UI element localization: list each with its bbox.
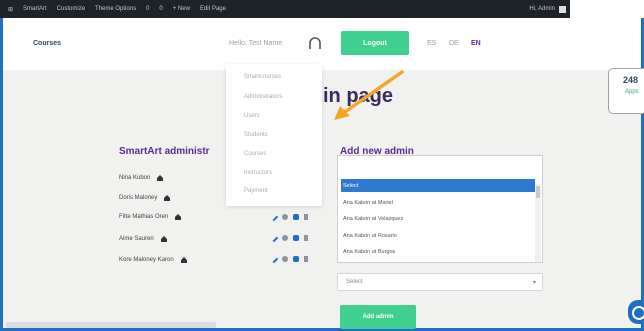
edit-icon[interactable]: [269, 212, 279, 222]
lang-de[interactable]: DE: [449, 40, 459, 47]
edit-icon[interactable]: [269, 233, 279, 243]
close-icon[interactable]: [304, 256, 308, 262]
menu-item-smartcourses[interactable]: Smartcourses: [244, 74, 281, 80]
chat-icon[interactable]: [293, 235, 299, 241]
logout-button[interactable]: Logout: [341, 31, 409, 55]
courses-link[interactable]: Courses: [33, 40, 61, 47]
home-icon[interactable]: [180, 256, 188, 264]
edit-icon[interactable]: [269, 254, 279, 264]
user-icon[interactable]: [282, 235, 288, 241]
listbox-option[interactable]: Ana Kabon at Velazquez: [341, 212, 535, 225]
add-admin-button[interactable]: Add admin: [340, 305, 416, 329]
chevron-down-icon: ▾: [532, 280, 536, 286]
scrollbar-thumb[interactable]: [536, 186, 540, 198]
stats-widget[interactable]: 248 Apps: [608, 68, 644, 114]
menu-item-students[interactable]: Students: [244, 132, 268, 138]
horizontal-scrollbar[interactable]: [6, 322, 216, 328]
user-icon[interactable]: [307, 35, 323, 51]
menu-item-courses[interactable]: Courses: [244, 151, 266, 157]
row-actions: [269, 212, 308, 222]
listbox-scrollbar[interactable]: [535, 184, 541, 262]
home-icon[interactable]: [174, 213, 182, 221]
admin-row: Nina Kubon: [119, 174, 164, 182]
admin-bar-item-updates[interactable]: 0: [146, 6, 149, 12]
row-actions: [269, 233, 308, 243]
close-icon[interactable]: [304, 214, 308, 220]
listbox-option[interactable]: Ana Kabon at Burgos: [341, 245, 535, 258]
close-icon[interactable]: [304, 235, 308, 241]
site-header: Courses Hello, Test Name Logout ES DE EN: [3, 18, 641, 70]
user-dropdown-menu: Smartcourses Administrators Users Studen…: [226, 64, 322, 206]
admin-name: Kore Maloney Karon: [119, 257, 174, 263]
admin-name: Fitte Mathias Oren: [119, 214, 169, 220]
annotation-arrow-icon: [334, 70, 404, 120]
listbox-option[interactable]: Ana Kabon at Rosario: [341, 229, 535, 242]
admin-bar-item-comments[interactable]: 0: [159, 6, 162, 12]
menu-item-administrators[interactable]: Administrators: [244, 94, 282, 100]
admin-row: Fitte Mathias Oren: [119, 213, 182, 221]
admin-listbox[interactable]: Select Ana Kabon at Mariel Ana Kabon at …: [337, 155, 543, 263]
admin-bar-item-edit[interactable]: Edit Page: [200, 6, 226, 12]
admin-bar-item-new[interactable]: + New: [173, 6, 190, 12]
chat-launcher-button[interactable]: [628, 300, 644, 324]
admin-row: Aime Sauren: [119, 235, 168, 243]
widget-subtitle: Apps: [625, 89, 639, 95]
wp-logo-icon[interactable]: ⊞: [8, 6, 13, 13]
select-value: Select: [346, 279, 363, 285]
row-actions: [269, 254, 308, 264]
main-content: in page SmartArt administr Nina Kubon Do…: [3, 70, 641, 328]
blank-area: [570, 0, 644, 18]
menu-item-payment[interactable]: Payment: [244, 188, 268, 194]
admin-bar-item-customize[interactable]: Customize: [57, 6, 85, 12]
admin-bar-item-theme[interactable]: Theme Options: [95, 6, 136, 12]
home-icon[interactable]: [160, 235, 168, 243]
chat-icon[interactable]: [293, 256, 299, 262]
avatar[interactable]: [559, 5, 566, 13]
chat-icon[interactable]: [293, 214, 299, 220]
admin-name: Aime Sauren: [119, 236, 154, 242]
admin-name: Nina Kubon: [119, 175, 151, 181]
listbox-option[interactable]: Select: [341, 179, 535, 192]
lang-es[interactable]: ES: [427, 40, 436, 47]
home-icon[interactable]: [163, 194, 171, 202]
admins-section-title: SmartArt administr: [119, 146, 210, 157]
admin-bar-howdy[interactable]: Hi, Admin: [529, 6, 555, 12]
admin-bar: ⊞ SmartArt Customize Theme Options 0 0 +…: [0, 0, 644, 18]
admin-bar-item-site[interactable]: SmartArt: [23, 6, 47, 12]
menu-item-instructors[interactable]: Instructors: [244, 170, 272, 176]
menu-item-users[interactable]: Users: [244, 113, 260, 119]
role-select[interactable]: Select ▾: [337, 273, 543, 291]
admin-row: Doris Maloney: [119, 194, 171, 202]
user-name[interactable]: Hello, Test Name: [229, 40, 282, 47]
admin-row: Kore Maloney Karon: [119, 256, 188, 264]
user-icon[interactable]: [282, 256, 288, 262]
admin-name: Doris Maloney: [119, 195, 158, 201]
listbox-option[interactable]: Ana Kabon at Mariel: [341, 196, 535, 209]
home-icon[interactable]: [156, 174, 164, 182]
widget-number: 248: [623, 75, 639, 85]
user-icon[interactable]: [282, 214, 288, 220]
lang-en[interactable]: EN: [471, 40, 481, 47]
